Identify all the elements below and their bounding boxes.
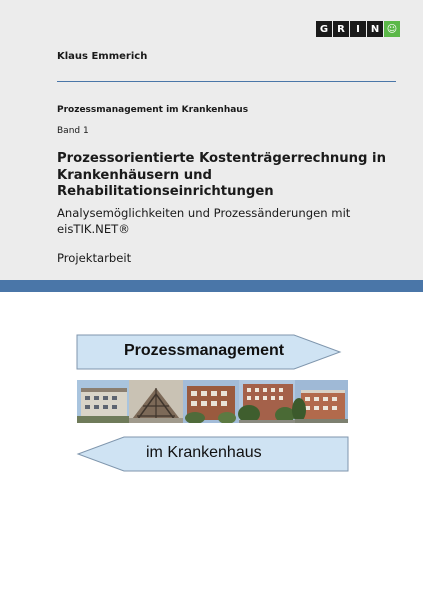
cover-illustration <box>76 334 349 472</box>
photo-1 <box>77 380 129 423</box>
photo-4 <box>238 380 295 423</box>
photo-5 <box>292 380 348 423</box>
photo-3 <box>183 380 239 423</box>
hospital-photo-strip <box>77 380 348 423</box>
photo-2 <box>129 380 183 423</box>
arrow-bottom-label: im Krankenhaus <box>146 444 262 461</box>
arrow-top-label: Prozessmanagement <box>124 342 285 359</box>
